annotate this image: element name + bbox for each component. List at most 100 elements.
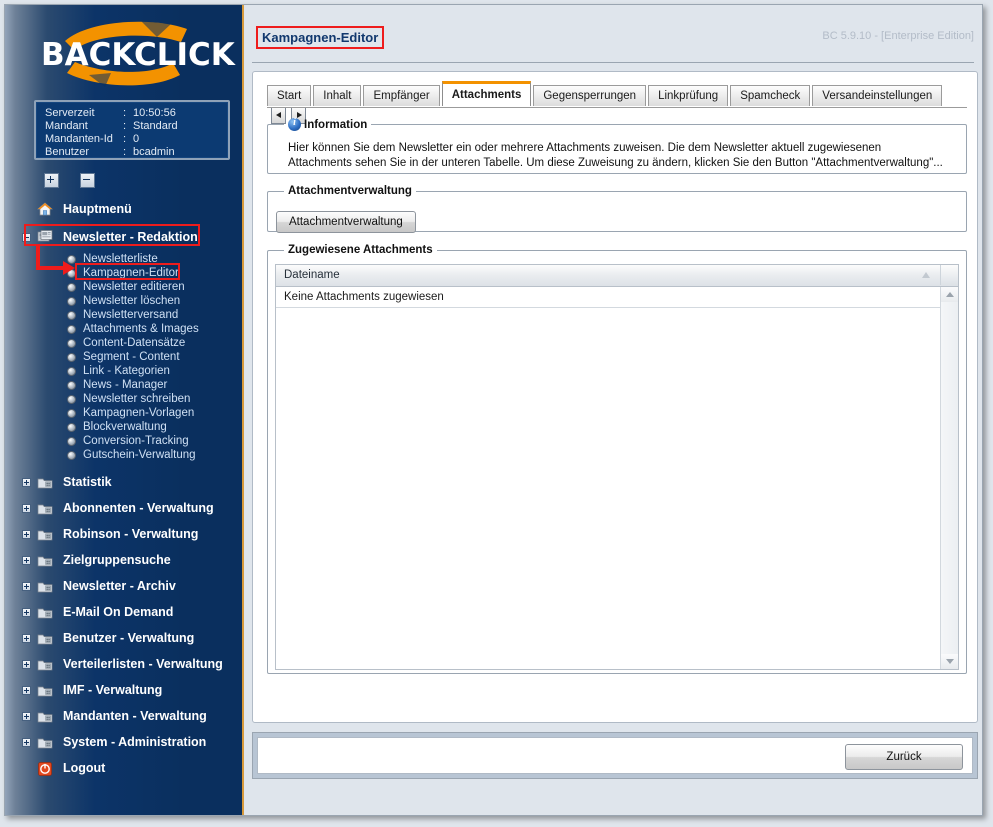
information-panel: Information Hier können Sie dem Newslett… [267,117,967,174]
sidebar-item-robinson-verwaltung[interactable]: Robinson - Verwaltung [5,521,242,547]
sidebar-item-imf-verwaltung[interactable]: IMF - Verwaltung [5,677,242,703]
expand-icon[interactable] [22,686,31,695]
tab-linkpruefung[interactable]: Linkprüfung [648,85,729,106]
tab-inhalt[interactable]: Inhalt [313,85,362,106]
tab-label: Spamcheck [740,90,801,102]
table-vertical-scrollbar[interactable] [940,287,958,669]
sidebar-item-statistik[interactable]: Statistik [5,469,242,495]
sidebar-item-benutzer-verwaltung[interactable]: Benutzer - Verwaltung [5,625,242,651]
attachment-management-legend: Attachmentverwaltung [288,185,412,197]
folder-icon [37,578,53,594]
application-window: BACKCLICK Serverzeit:10:50:56 Mandant: St… [0,0,993,827]
expand-icon[interactable] [22,478,31,487]
sidebar: BACKCLICK Serverzeit:10:50:56 Mandant: St… [5,5,244,815]
column-header-dateiname[interactable]: Dateiname [284,265,340,286]
sidebar-item-label: Newsletter - Redaktion [63,230,198,244]
logout-icon [37,760,53,776]
tab-start[interactable]: Start [267,85,312,106]
information-text: Hier können Sie dem Newsletter ein oder … [288,141,943,169]
sidebar-subitem-conversion-tracking[interactable]: Conversion-Tracking [5,434,242,448]
globe-icon [67,325,76,334]
sidebar-subitem-blockverwaltung[interactable]: Blockverwaltung [5,420,242,434]
sidebar-item-label: Hauptmenü [63,202,132,216]
sidebar-item-zielgruppensuche[interactable]: Zielgruppensuche [5,547,242,573]
globe-icon [67,353,76,362]
sidebar-subitem-label: Link - Kategorien [83,365,170,377]
expand-icon[interactable] [22,660,31,669]
table-header-row: Dateiname [276,265,958,287]
sidebar-subitem-kampagnen-editor[interactable]: Kampagnen-Editor [5,266,242,280]
expand-icon[interactable] [22,608,31,617]
expand-icon[interactable] [22,634,31,643]
sidebar-item-email-on-demand[interactable]: E-Mail On Demand [5,599,242,625]
scroll-up-button[interactable] [941,287,958,302]
attachmentverwaltung-button[interactable]: Attachmentverwaltung [276,211,416,233]
scroll-down-button[interactable] [941,654,958,669]
sidebar-subitem-kampagnen-vorlagen[interactable]: Kampagnen-Vorlagen [5,406,242,420]
sidebar-subitem-newsletterversand[interactable]: Newsletterversand [5,308,242,322]
sort-ascending-icon[interactable] [922,272,930,278]
sidebar-item-logout[interactable]: Logout [5,755,242,781]
folder-icon [37,526,53,542]
sidebar-item-newsletter-archiv[interactable]: Newsletter - Archiv [5,573,242,599]
sidebar-subitem-newsletter-loeschen[interactable]: Newsletter löschen [5,294,242,308]
sidebar-subitem-gutschein-verwaltung[interactable]: Gutschein-Verwaltung [5,448,242,462]
sidebar-subitem-newsletter-editieren[interactable]: Newsletter editieren [5,280,242,294]
sidebar-item-label: Verteilerlisten - Verwaltung [63,657,223,671]
expand-all-button[interactable] [44,173,59,188]
tab-spamcheck[interactable]: Spamcheck [730,85,811,106]
sidebar-subitem-label: News - Manager [83,379,168,391]
footer-inner: Zurück [257,737,973,774]
sidebar-subitem-attachments-images[interactable]: Attachments & Images [5,322,242,336]
folder-icon [37,682,53,698]
globe-icon [67,255,76,264]
sidebar-item-system-administration[interactable]: System - Administration [5,729,242,755]
sidebar-subitem-segment-content[interactable]: Segment - Content [5,350,242,364]
sidebar-item-verteilerlisten-verwaltung[interactable]: Verteilerlisten - Verwaltung [5,651,242,677]
sidebar-subitem-link-kategorien[interactable]: Link - Kategorien [5,364,242,378]
sidebar-item-abonnenten-verwaltung[interactable]: Abonnenten - Verwaltung [5,495,242,521]
expand-icon[interactable] [22,504,31,513]
tab-empfaenger[interactable]: Empfänger [363,85,440,106]
sidebar-subitem-news-manager[interactable]: News - Manager [5,378,242,392]
expand-icon[interactable] [22,556,31,565]
sidebar-subitem-label: Gutschein-Verwaltung [83,449,196,461]
assigned-attachments-legend: Zugewiesene Attachments [288,244,433,256]
tab-gegensperrungen[interactable]: Gegensperrungen [533,85,647,106]
expand-icon[interactable] [22,712,31,721]
info-row-benutzer: Benutzer: bcadmin [45,146,228,159]
sidebar-item-label: IMF - Verwaltung [63,683,163,697]
sidebar-item-label: Robinson - Verwaltung [63,527,199,541]
sidebar-subitem-label: Attachments & Images [83,323,199,335]
sidebar-subitem-content-datensaetze[interactable]: Content-Datensätze [5,336,242,350]
expand-icon[interactable] [22,582,31,591]
folder-icon [37,500,53,516]
chevron-up-icon [946,292,954,297]
globe-icon [67,437,76,446]
sidebar-subitem-newsletter-schreiben[interactable]: Newsletter schreiben [5,392,242,406]
sidebar-folder-group: Statistik Abonnenten - Verwaltung Robins… [5,469,242,781]
info-label: Mandant [45,120,88,132]
info-sep: : [123,146,127,158]
expand-icon[interactable] [22,738,31,747]
content-panel: Start Inhalt Empfänger Attachments Gegen… [252,71,978,723]
information-legend: Information [284,117,371,131]
sidebar-subitem-newsletterliste[interactable]: Newsletterliste [5,252,242,266]
expand-icon[interactable] [22,530,31,539]
sidebar-item-newsletter-redaktion[interactable]: Newsletter - Redaktion [5,225,242,249]
information-legend-label: Information [304,118,368,131]
tab-label: Empfänger [373,90,430,102]
back-button[interactable]: Zurück [845,744,963,770]
tab-attachments[interactable]: Attachments [441,81,532,106]
info-label: Mandanten-Id [45,133,113,145]
collapse-all-button[interactable] [80,173,96,188]
tab-bar: Start Inhalt Empfänger Attachments Gegen… [267,81,967,124]
attachments-table: Dateiname Keine Attachments zugewiesen [275,264,959,670]
sidebar-subitem-label: Newsletter editieren [83,281,185,293]
sidebar-item-mandanten-verwaltung[interactable]: Mandanten - Verwaltung [5,703,242,729]
sidebar-item-hauptmenue[interactable]: Hauptmenü [5,197,242,221]
info-sep: : [123,120,127,132]
collapse-icon[interactable] [22,233,31,242]
tab-versandeinstellungen[interactable]: Versandeinstellungen [812,85,943,106]
table-row[interactable]: Keine Attachments zugewiesen [276,287,940,308]
